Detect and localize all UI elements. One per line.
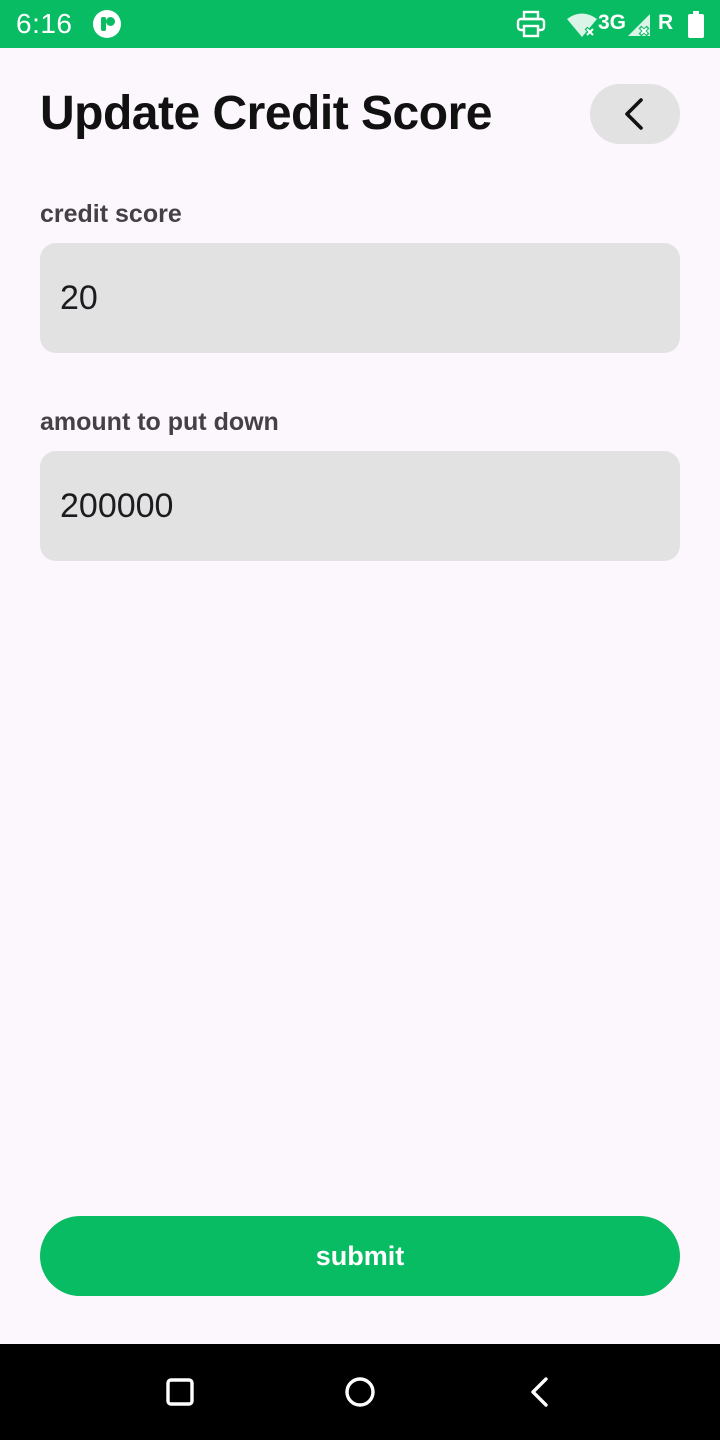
- submit-button[interactable]: submit: [40, 1216, 680, 1296]
- screen: 6:16 3G R Update Credit Score credit sco…: [0, 0, 720, 1440]
- credit-score-input[interactable]: [40, 243, 680, 353]
- battery-icon: [688, 11, 704, 38]
- app-notification-icon: [93, 10, 121, 38]
- chevron-left-icon: [625, 98, 643, 130]
- network-type-label: 3G: [598, 11, 627, 34]
- printer-icon: [516, 10, 546, 38]
- down-payment-label: amount to put down: [40, 408, 279, 436]
- wifi-icon: [567, 13, 597, 38]
- system-navigation-bar: [0, 1344, 720, 1440]
- home-icon[interactable]: [342, 1374, 378, 1410]
- back-icon[interactable]: [522, 1374, 558, 1410]
- status-bar: 6:16 3G R: [0, 0, 720, 48]
- back-button[interactable]: [590, 84, 680, 144]
- roaming-indicator: R: [658, 11, 674, 34]
- credit-score-label: credit score: [40, 200, 182, 228]
- recents-icon[interactable]: [162, 1374, 198, 1410]
- signal-icon: [628, 14, 650, 37]
- page-title: Update Credit Score: [40, 87, 492, 140]
- status-time: 6:16: [16, 8, 73, 39]
- down-payment-input[interactable]: [40, 451, 680, 561]
